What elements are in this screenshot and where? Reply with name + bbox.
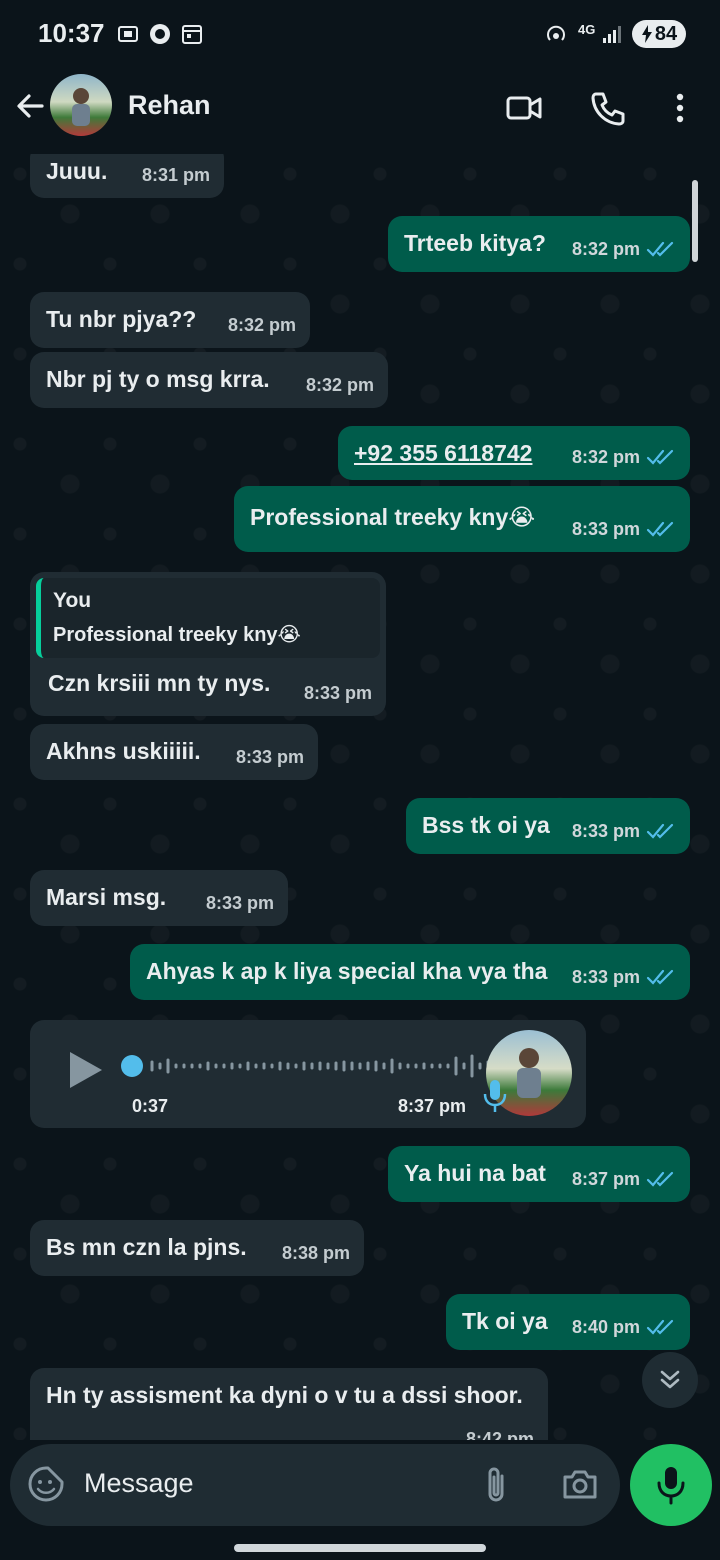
message-outgoing[interactable]: Trteeb kitya? 8:32 pm	[388, 216, 690, 272]
play-icon[interactable]	[66, 1048, 106, 1092]
message-text: Akhns uskiiiii.	[46, 738, 201, 764]
message-time: 8:32 pm	[227, 315, 296, 335]
message-text: Ya hui na bat	[404, 1160, 546, 1186]
contact-avatar[interactable]	[50, 74, 112, 136]
message-incoming[interactable]: Nbr pj ty o msg krra. 8:32 pm	[30, 352, 388, 408]
message-text: Bss tk oi ya	[422, 812, 550, 838]
quote-text: Professional treeky kny😭	[53, 624, 301, 646]
contact-name[interactable]: Rehan	[128, 90, 211, 121]
message-list[interactable]: Juuu. 8:31 pm Trteeb kitya? 8:32 pm Tu n…	[0, 154, 720, 1440]
sticker-icon[interactable]	[26, 1464, 66, 1504]
message-text: Nbr pj ty o msg krra.	[46, 366, 270, 392]
battery-indicator: 84	[632, 20, 686, 48]
message-text: Ahyas k ap k liya special kha vya tha	[146, 958, 548, 984]
message-time: 8:38 pm	[281, 1243, 350, 1263]
message-text: Bs mn czn la pjns.	[46, 1234, 247, 1260]
message-input[interactable]: Message	[84, 1468, 194, 1499]
scrollbar[interactable]	[692, 180, 698, 262]
message-outgoing[interactable]: Professional treeky kny😭 8:33 pm	[234, 486, 690, 552]
hotspot-icon	[547, 25, 565, 41]
message-incoming[interactable]: Tu nbr pjya?? 8:32 pm	[30, 292, 310, 348]
status-time: 10:37	[38, 18, 105, 48]
network-type: 4G	[578, 22, 596, 37]
battery-level: 84	[654, 22, 678, 45]
message-time: 8:42 pm	[465, 1429, 534, 1440]
screen-record-icon	[118, 26, 138, 42]
message-incoming-reply[interactable]: You Professional treeky kny😭 Czn krsiii …	[30, 572, 386, 716]
status-bar: 10:37 4G 84	[0, 0, 720, 70]
signal-icon	[603, 26, 621, 43]
system-nav-bar	[0, 1532, 720, 1560]
mic-icon	[483, 1080, 507, 1112]
calendar-icon	[182, 25, 202, 44]
video-call-icon[interactable]	[504, 88, 544, 128]
message-outgoing[interactable]: +92 355 6118742 8:32 pm	[338, 426, 690, 480]
profile-photo	[72, 88, 90, 126]
camera-icon[interactable]	[560, 1464, 600, 1504]
message-time: 8:37 pm	[571, 1169, 640, 1189]
record-voice-button[interactable]	[630, 1444, 712, 1526]
message-time: 8:32 pm	[571, 239, 640, 259]
message-time: 8:33 pm	[303, 683, 372, 703]
message-text: Trteeb kitya?	[404, 230, 546, 256]
message-text: Czn krsiii mn ty nys.	[48, 670, 271, 696]
voice-message[interactable]: 0:37 8:37 pm	[30, 1020, 586, 1128]
message-text: Tu nbr pjya??	[46, 306, 197, 332]
message-text: Professional treeky kny😭	[250, 504, 536, 530]
message-text: Marsi msg.	[46, 884, 167, 910]
read-ticks-icon	[646, 449, 674, 465]
read-ticks-icon	[646, 969, 674, 985]
paperclip-icon[interactable]	[480, 1464, 512, 1506]
message-time: 8:33 pm	[571, 821, 640, 841]
message-time: 8:33 pm	[235, 747, 304, 767]
charging-icon	[641, 25, 652, 43]
message-time: 8:40 pm	[571, 1317, 640, 1337]
message-time: 8:32 pm	[305, 375, 374, 395]
message-time: 8:33 pm	[571, 967, 640, 987]
read-ticks-icon	[646, 241, 674, 257]
message-time: 8:32 pm	[571, 447, 640, 467]
message-incoming[interactable]: Juuu. 8:31 pm	[30, 154, 224, 198]
message-text: Juuu.	[46, 158, 108, 184]
chevron-double-down-icon	[660, 1370, 680, 1389]
chat-header: Rehan	[0, 70, 720, 154]
quote-sender: You	[53, 589, 92, 612]
message-composer[interactable]: Message	[10, 1444, 620, 1526]
message-outgoing[interactable]: Ya hui na bat 8:37 pm	[388, 1146, 690, 1202]
read-ticks-icon	[646, 521, 674, 537]
audio-waveform[interactable]	[120, 1048, 492, 1084]
message-time: 8:33 pm	[205, 893, 274, 913]
message-time: 8:33 pm	[571, 519, 640, 539]
voice-duration: 0:37	[132, 1096, 169, 1116]
mic-icon	[657, 1467, 685, 1505]
message-outgoing[interactable]: Ahyas k ap k liya special kha vya tha 8:…	[130, 944, 690, 1000]
arrow-left-icon[interactable]	[12, 88, 48, 124]
message-incoming[interactable]: Akhns uskiiiii. 8:33 pm	[30, 724, 318, 780]
app-notification-icon	[150, 24, 170, 44]
message-time: 8:31 pm	[141, 165, 210, 185]
read-ticks-icon	[646, 1319, 674, 1335]
message-incoming[interactable]: Bs mn czn la pjns. 8:38 pm	[30, 1220, 364, 1276]
message-outgoing[interactable]: Tk oi ya 8:40 pm	[446, 1294, 690, 1350]
message-incoming[interactable]: Marsi msg. 8:33 pm	[30, 870, 288, 926]
message-outgoing[interactable]: Bss tk oi ya 8:33 pm	[406, 798, 690, 854]
phone-icon[interactable]	[588, 88, 628, 128]
message-text: Hn ty assisment ka dyni o v tu a dssi sh…	[46, 1382, 523, 1408]
read-ticks-icon	[646, 1171, 674, 1187]
scroll-to-bottom-button[interactable]	[642, 1352, 698, 1408]
message-time: 8:37 pm	[398, 1096, 467, 1116]
read-ticks-icon	[646, 823, 674, 839]
home-gesture-pill[interactable]	[234, 1544, 486, 1552]
more-vert-icon[interactable]	[660, 88, 700, 128]
message-incoming[interactable]: Hn ty assisment ka dyni o v tu a dssi sh…	[30, 1368, 548, 1440]
phone-number-link[interactable]: +92 355 6118742	[354, 440, 532, 466]
quoted-message[interactable]: You Professional treeky kny😭	[36, 578, 380, 658]
message-text: Tk oi ya	[462, 1308, 548, 1334]
